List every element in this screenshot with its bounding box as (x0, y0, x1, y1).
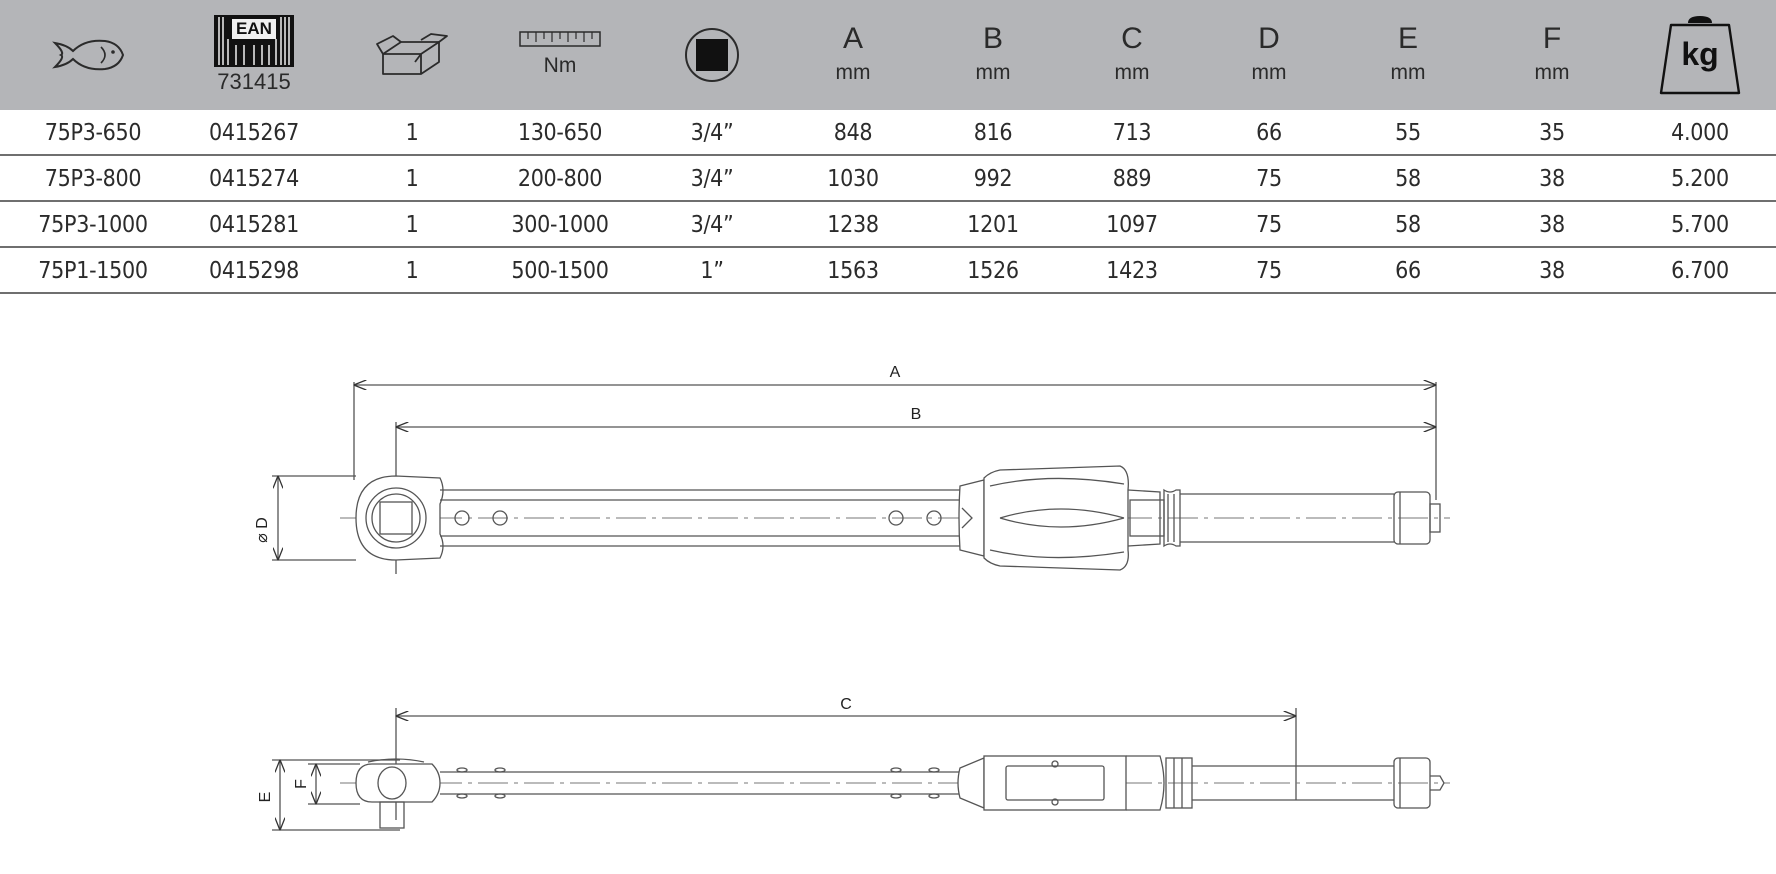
torque-wrench-drawing: A B C ⌀ D E F (254, 364, 1450, 831)
dimension-c (395, 708, 1297, 820)
dimension-f-label: F (293, 779, 310, 789)
wrench-handle-side (957, 755, 1193, 811)
wrench-head-side (355, 758, 441, 829)
dimension-a (353, 382, 1437, 500)
dimension-d-label: ⌀ D (254, 517, 271, 543)
dimension-c-label: C (840, 696, 852, 713)
wrench-head-top (355, 475, 444, 561)
dimension-b-label: B (911, 406, 922, 423)
dimension-a-label: A (890, 364, 901, 381)
dimension-f (308, 763, 360, 805)
dimension-e-label: E (257, 792, 274, 803)
dimension-b (395, 422, 1435, 574)
